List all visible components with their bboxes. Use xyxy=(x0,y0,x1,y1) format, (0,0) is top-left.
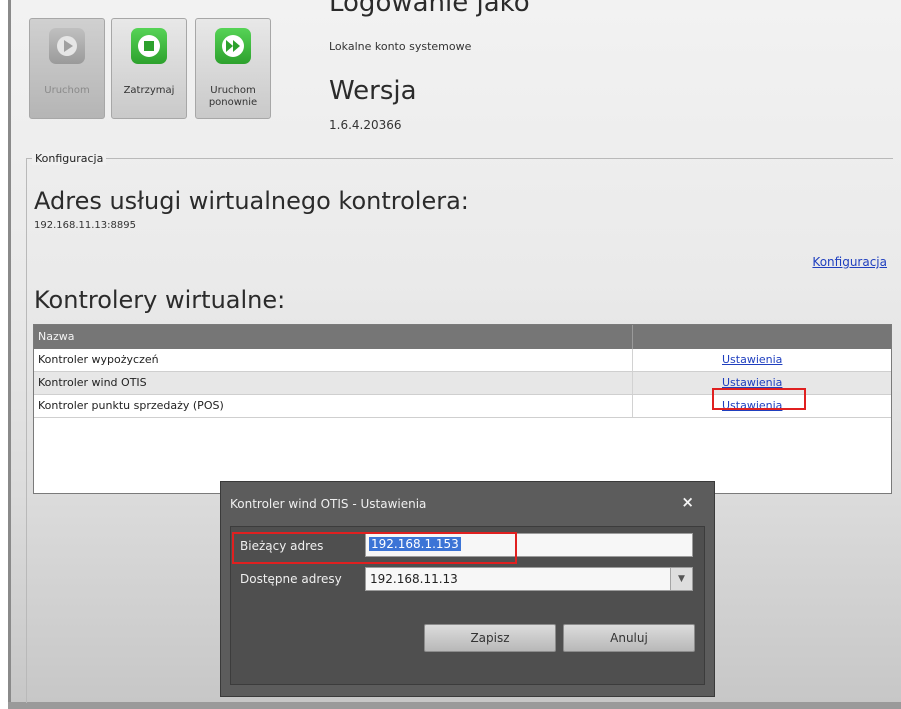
login-value: Lokalne konto systemowe xyxy=(329,40,472,53)
settings-link[interactable]: Ustawienia xyxy=(722,353,782,366)
cancel-button[interactable]: Anuluj xyxy=(563,624,695,652)
start-button[interactable]: Uruchom xyxy=(29,18,105,119)
login-title: Logowanie jako xyxy=(329,0,530,18)
column-header-name: Nazwa xyxy=(38,330,75,343)
table-row[interactable]: Kontroler wypożyczeń Ustawienia xyxy=(34,349,891,372)
controller-name: Kontroler wind OTIS xyxy=(38,376,147,389)
available-addresses-select[interactable]: 192.168.11.13 ▼ xyxy=(365,567,693,591)
service-address-title: Adres usługi wirtualnego kontrolera: xyxy=(34,187,469,215)
stop-icon xyxy=(131,28,167,64)
config-group-legend: Konfiguracja xyxy=(32,152,107,165)
current-address-highlight xyxy=(232,532,517,564)
available-addresses-label: Dostępne adresy xyxy=(240,572,342,586)
version-value: 1.6.4.20366 xyxy=(329,118,402,132)
header-divider xyxy=(632,325,633,349)
table-header: Nazwa xyxy=(34,325,891,349)
controller-name: Kontroler punktu sprzedaży (POS) xyxy=(38,399,224,412)
play-icon xyxy=(49,28,85,64)
cell-divider xyxy=(632,349,633,371)
cell-divider xyxy=(632,395,633,417)
dialog-title: Kontroler wind OTIS - Ustawienia xyxy=(230,497,427,511)
service-address-value: 192.168.11.13:8895 xyxy=(34,220,136,231)
save-button[interactable]: Zapisz xyxy=(424,624,556,652)
chevron-down-icon[interactable]: ▼ xyxy=(670,568,692,590)
configuration-link[interactable]: Konfiguracja xyxy=(812,255,887,269)
window-bottom-border xyxy=(8,702,901,709)
window-left-border xyxy=(8,0,11,709)
version-title: Wersja xyxy=(329,76,417,106)
virtual-controllers-title: Kontrolery wirtualne: xyxy=(34,286,286,314)
restart-button[interactable]: Uruchom ponownie xyxy=(195,18,271,119)
restart-button-label: Uruchom ponownie xyxy=(208,85,258,108)
available-addresses-value: 192.168.11.13 xyxy=(370,572,458,586)
close-icon[interactable]: × xyxy=(681,493,694,511)
app-window: Uruchom Zatrzymaj Uruchom ponownie Logow… xyxy=(0,0,901,709)
start-button-label: Uruchom xyxy=(44,85,90,96)
fast-forward-icon xyxy=(215,28,251,64)
settings-link-highlight xyxy=(712,388,806,410)
cell-divider xyxy=(632,372,633,394)
controller-name: Kontroler wypożyczeń xyxy=(38,353,159,366)
stop-button[interactable]: Zatrzymaj xyxy=(111,18,187,119)
stop-button-label: Zatrzymaj xyxy=(123,85,175,96)
